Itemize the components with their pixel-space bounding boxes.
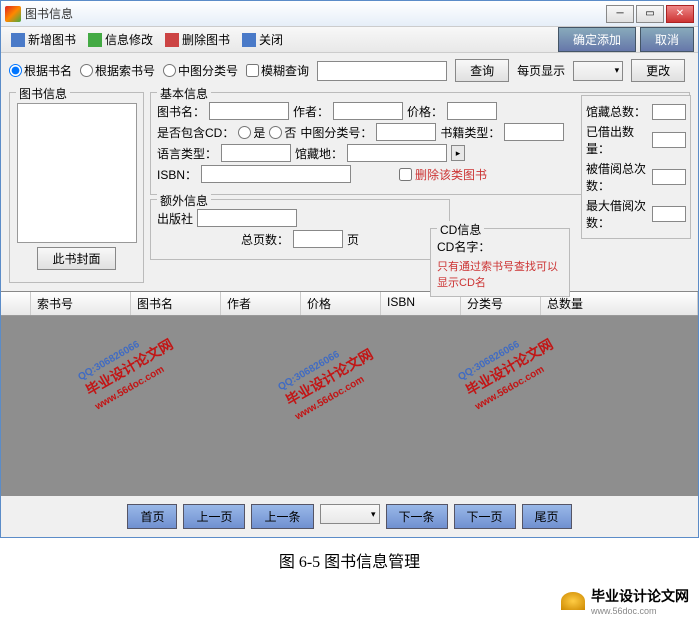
toolbar: 新增图书 信息修改 删除图书 关闭 确定添加 取消 <box>1 27 698 53</box>
col-bookname[interactable]: 图书名 <box>131 292 221 315</box>
prev-item-button[interactable]: 上一条 <box>251 504 313 529</box>
extra-legend: 额外信息 <box>157 192 211 209</box>
basic-fieldset: 基本信息 图书名： 作者： 价格： 是否包含CD： 是 否 中图分类号： 书籍类… <box>150 92 690 195</box>
cd-yes[interactable]: 是 <box>238 124 265 141</box>
add-icon <box>11 33 25 47</box>
bookname-input[interactable] <box>209 102 289 120</box>
total-copies-input[interactable] <box>652 104 686 120</box>
search-row: 根据书名 根据索书号 中图分类号 模糊查询 查询 每页显示 更改 <box>1 53 698 88</box>
check-fuzzy[interactable]: 模糊查询 <box>246 62 309 79</box>
next-page-button[interactable]: 下一页 <box>454 504 516 529</box>
per-page-label: 每页显示 <box>517 62 565 79</box>
price-input[interactable] <box>447 102 497 120</box>
change-button[interactable]: 更改 <box>631 59 685 82</box>
cover-button[interactable]: 此书封面 <box>37 247 115 270</box>
class-input[interactable] <box>376 123 436 141</box>
footer-name: 毕业设计论文网 <box>591 586 689 606</box>
book-cover-image <box>17 103 137 243</box>
toolbar-add-book[interactable]: 新增图书 <box>5 29 82 50</box>
delete-icon <box>165 33 179 47</box>
cover-fieldset: 图书信息 此书封面 <box>9 92 144 283</box>
cd-fieldset: CD信息 CD名字： 只有通过索书号查找可以显示CD名 <box>430 228 570 297</box>
col-author[interactable]: 作者 <box>221 292 301 315</box>
search-input[interactable] <box>317 61 447 81</box>
col-selector[interactable] <box>1 292 31 315</box>
grid-header: 索书号 图书名 作者 价格 ISBN 分类号 总数量 <box>1 292 698 316</box>
toolbar-delete-book[interactable]: 删除图书 <box>159 29 236 50</box>
close-button[interactable]: ✕ <box>666 5 694 23</box>
borrowed-input[interactable] <box>652 132 686 148</box>
isbn-input[interactable] <box>201 165 351 183</box>
borrow-total-input[interactable] <box>652 169 686 185</box>
per-page-combo[interactable] <box>573 61 623 81</box>
radio-by-class[interactable]: 中图分类号 <box>163 62 238 79</box>
app-window: 图书信息 ─ ▭ ✕ 新增图书 信息修改 删除图书 关闭 确定添加 取消 根据书… <box>0 0 699 538</box>
extra-fieldset: 额外信息 出版社 总页数： 页 <box>150 199 450 260</box>
delete-book-check[interactable]: 删除该类图书 <box>399 166 487 183</box>
grid-body[interactable]: QQ:306826066 毕业设计论文网 www.56doc.com QQ:30… <box>1 316 698 496</box>
footer-url: www.56doc.com <box>591 606 689 616</box>
location-input[interactable] <box>347 144 447 162</box>
basic-legend: 基本信息 <box>157 85 211 102</box>
prev-page-button[interactable]: 上一页 <box>183 504 245 529</box>
toolbar-edit-info[interactable]: 信息修改 <box>82 29 159 50</box>
first-page-button[interactable]: 首页 <box>127 504 177 529</box>
last-page-button[interactable]: 尾页 <box>522 504 572 529</box>
next-item-button[interactable]: 下一条 <box>386 504 448 529</box>
cd-legend: CD信息 <box>437 221 484 238</box>
lang-input[interactable] <box>221 144 291 162</box>
page-combo[interactable] <box>320 504 380 524</box>
cancel-button[interactable]: 取消 <box>640 27 694 52</box>
footer-logo: 毕业设计论文网 www.56doc.com <box>0 582 699 620</box>
close-icon <box>242 33 256 47</box>
booktype-input[interactable] <box>504 123 564 141</box>
maximize-button[interactable]: ▭ <box>636 5 664 23</box>
pages-input[interactable] <box>293 230 343 248</box>
pager: 首页 上一页 上一条 下一条 下一页 尾页 <box>1 496 698 537</box>
cd-no[interactable]: 否 <box>269 124 296 141</box>
author-input[interactable] <box>333 102 403 120</box>
cd-hint: 只有通过索书号查找可以显示CD名 <box>437 258 563 290</box>
radio-by-index[interactable]: 根据索书号 <box>80 62 155 79</box>
app-icon <box>5 6 21 22</box>
cover-legend: 图书信息 <box>16 85 70 102</box>
window-title: 图书信息 <box>25 5 73 22</box>
location-next-btn[interactable]: ▸ <box>451 145 465 161</box>
logo-icon <box>561 592 585 610</box>
radio-by-bookname[interactable]: 根据书名 <box>9 62 72 79</box>
data-grid: 索书号 图书名 作者 价格 ISBN 分类号 总数量 QQ:306826066 … <box>1 291 698 496</box>
minimize-button[interactable]: ─ <box>606 5 634 23</box>
query-button[interactable]: 查询 <box>455 59 509 82</box>
toolbar-close[interactable]: 关闭 <box>236 29 289 50</box>
figure-caption: 图 6-5 图书信息管理 <box>0 538 699 582</box>
stats-box: 馆藏总数： 已借出数量： 被借阅总次数： 最大借阅次数： <box>581 95 691 239</box>
col-price[interactable]: 价格 <box>301 292 381 315</box>
titlebar: 图书信息 ─ ▭ ✕ <box>1 1 698 27</box>
publisher-input[interactable] <box>197 209 297 227</box>
confirm-add-button[interactable]: 确定添加 <box>558 27 636 52</box>
col-index[interactable]: 索书号 <box>31 292 131 315</box>
max-borrow-input[interactable] <box>652 206 686 222</box>
edit-icon <box>88 33 102 47</box>
